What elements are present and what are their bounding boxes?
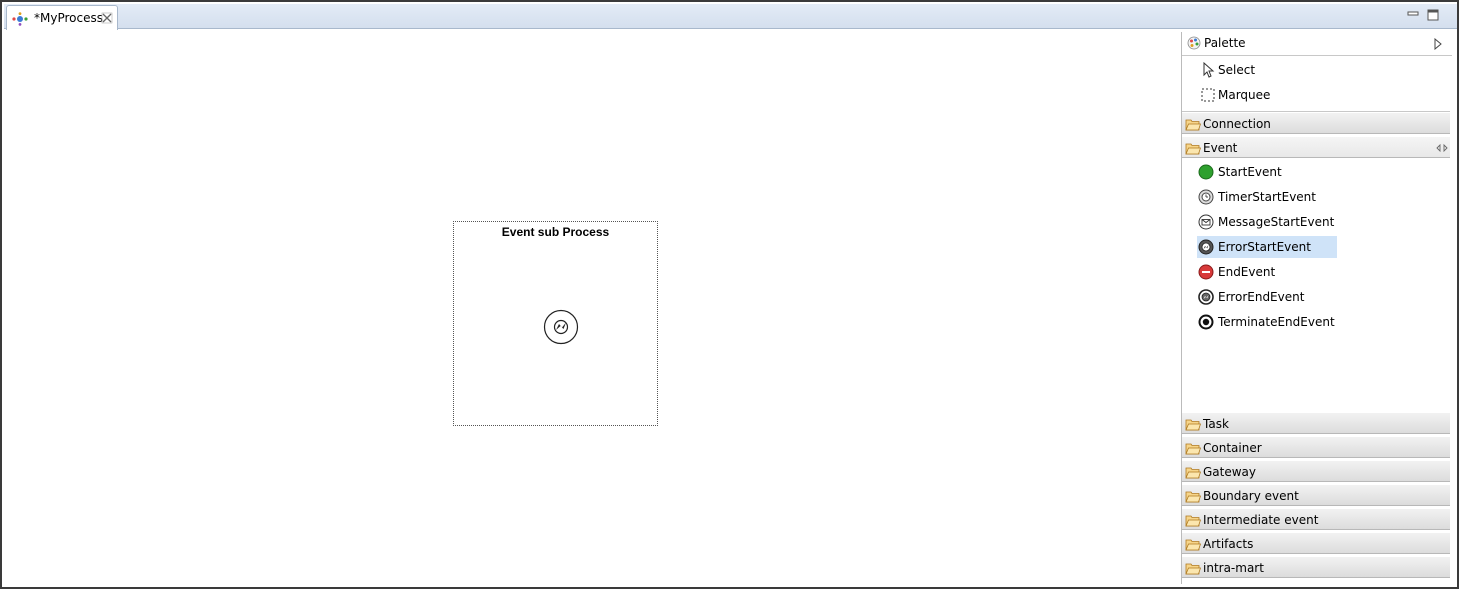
tab-title: *MyProcess: [34, 11, 103, 25]
palette-title: Palette: [1204, 36, 1246, 50]
minimize-icon[interactable]: [1407, 9, 1419, 19]
terminate-end-event-icon: [1198, 314, 1214, 330]
select-tool[interactable]: Select: [1197, 59, 1337, 81]
marquee-tool[interactable]: Marquee: [1197, 84, 1337, 106]
folder-icon: [1185, 491, 1201, 503]
diagram-canvas[interactable]: Event sub Process: [6, 30, 1180, 585]
drawer-intermediate-event-label: Intermediate event: [1203, 513, 1319, 527]
arrow-cursor-icon: [1203, 62, 1215, 78]
palette-entry-label: ErrorStartEvent: [1218, 240, 1311, 254]
drawer-connection[interactable]: Connection: [1182, 112, 1450, 134]
folder-icon: [1185, 467, 1201, 479]
drawer-connection-label: Connection: [1203, 117, 1271, 131]
palette-entry-error-start-event[interactable]: ErrorStartEvent: [1197, 236, 1337, 258]
process-diagram-icon: [12, 12, 28, 26]
select-tool-label: Select: [1218, 63, 1256, 77]
editor-window: *MyProcess Event sub Process Palette Sel…: [0, 0, 1459, 589]
folder-open-icon: [1185, 143, 1201, 155]
drawer-gateway-label: Gateway: [1203, 465, 1257, 479]
drawer-artifacts[interactable]: Artifacts: [1182, 532, 1450, 554]
palette-entry-start-event[interactable]: StartEvent: [1197, 161, 1337, 183]
folder-icon: [1185, 563, 1201, 575]
folder-icon: [1185, 515, 1201, 527]
palette-entry-label: TimerStartEvent: [1218, 190, 1316, 204]
tab-myprocess[interactable]: *MyProcess: [6, 5, 118, 30]
end-event-icon: [1198, 264, 1214, 280]
error-start-event-icon: [1198, 239, 1214, 255]
editor-tab-bar: *MyProcess: [4, 4, 1457, 30]
marquee-icon: [1201, 88, 1215, 102]
palette-entry-label: ErrorEndEvent: [1218, 290, 1305, 304]
folder-icon: [1185, 443, 1201, 455]
start-event-icon: [1198, 164, 1214, 180]
event-subprocess[interactable]: Event sub Process: [453, 221, 658, 426]
drawer-container-label: Container: [1203, 441, 1262, 455]
message-start-event-icon: [1198, 214, 1214, 230]
maximize-icon[interactable]: [1427, 9, 1439, 21]
palette-entry-end-event[interactable]: EndEvent: [1197, 261, 1337, 283]
palette-panel: Palette Select Marquee Connection Event …: [1181, 32, 1452, 584]
palette-entry-label: EndEvent: [1218, 265, 1276, 279]
palette-entry-label: MessageStartEvent: [1218, 215, 1335, 229]
palette-header[interactable]: Palette: [1182, 32, 1452, 56]
folder-icon: [1185, 419, 1201, 431]
chevron-right-icon[interactable]: [1434, 38, 1442, 50]
drawer-task[interactable]: Task: [1182, 412, 1450, 434]
palette-entry-message-start-event[interactable]: MessageStartEvent: [1197, 211, 1337, 233]
palette-entry-label: TerminateEndEvent: [1218, 315, 1335, 329]
close-icon[interactable]: [101, 12, 113, 24]
palette-entry-timer-start-event[interactable]: TimerStartEvent: [1197, 186, 1337, 208]
drawer-intermediate-event[interactable]: Intermediate event: [1182, 508, 1450, 530]
drawer-artifacts-label: Artifacts: [1203, 537, 1254, 551]
palette-entry-error-end-event[interactable]: ErrorEndEvent: [1197, 286, 1337, 308]
drawer-gateway[interactable]: Gateway: [1182, 460, 1450, 482]
subprocess-label: Event sub Process: [501, 225, 610, 239]
folder-icon: [1185, 119, 1201, 131]
drawer-boundary-event[interactable]: Boundary event: [1182, 484, 1450, 506]
pin-icon[interactable]: [1436, 143, 1448, 153]
drawer-intra-mart[interactable]: intra-mart: [1182, 556, 1450, 578]
folder-icon: [1185, 539, 1201, 551]
drawer-event[interactable]: Event: [1182, 136, 1450, 158]
palette-entry-label: StartEvent: [1218, 165, 1282, 179]
drawer-event-label: Event: [1203, 141, 1238, 155]
drawer-container[interactable]: Container: [1182, 436, 1450, 458]
drawer-boundary-event-label: Boundary event: [1203, 489, 1299, 503]
error-end-event-icon: [1198, 289, 1214, 305]
drawer-task-label: Task: [1203, 417, 1229, 431]
marquee-tool-label: Marquee: [1218, 88, 1271, 102]
palette-entry-terminate-end-event[interactable]: TerminateEndEvent: [1197, 311, 1337, 333]
timer-start-event-icon: [1198, 189, 1214, 205]
palette-icon: [1187, 36, 1201, 50]
error-start-event-node[interactable]: [543, 309, 579, 345]
drawer-intra-mart-label: intra-mart: [1203, 561, 1264, 575]
